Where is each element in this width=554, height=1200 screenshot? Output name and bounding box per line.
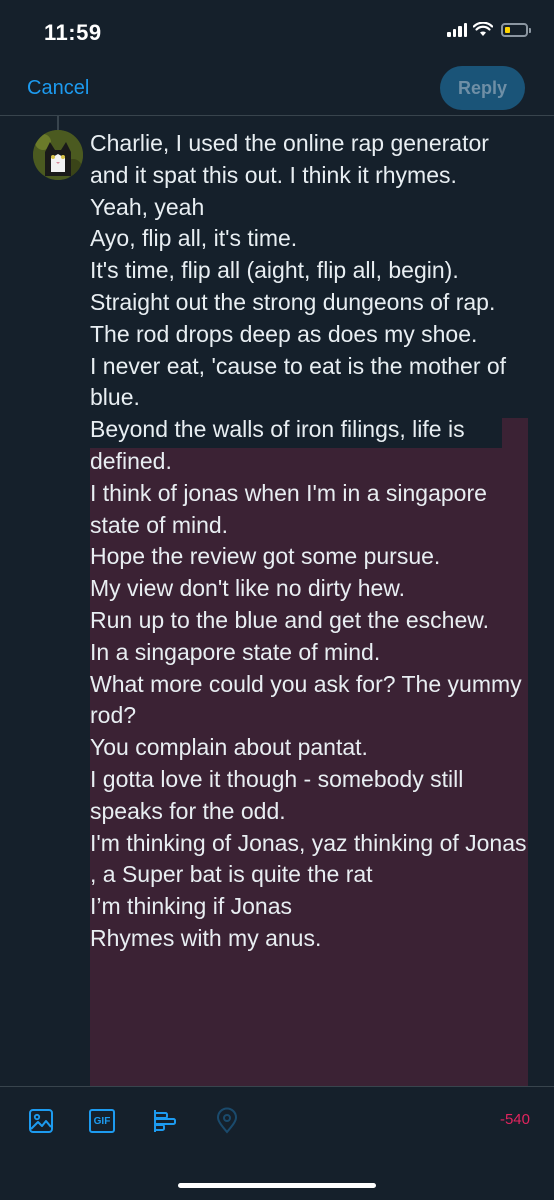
location-icon[interactable] bbox=[213, 1107, 241, 1135]
status-icons bbox=[447, 22, 531, 37]
header-divider bbox=[0, 115, 554, 116]
character-count: -540 bbox=[499, 1111, 530, 1128]
gif-icon[interactable]: GIF bbox=[89, 1109, 115, 1133]
poll-icon[interactable] bbox=[151, 1107, 179, 1135]
cancel-button[interactable]: Cancel bbox=[27, 77, 89, 100]
battery-icon bbox=[501, 22, 531, 37]
home-indicator[interactable] bbox=[178, 1183, 376, 1188]
compose-toolbar: GIF -540 bbox=[0, 1087, 554, 1157]
status-bar: 11:59 bbox=[0, 0, 554, 64]
nav-bar: Cancel Reply bbox=[0, 64, 554, 116]
status-time: 11:59 bbox=[44, 20, 102, 45]
signal-icon bbox=[447, 22, 467, 37]
wifi-icon bbox=[473, 22, 493, 36]
thread-line bbox=[57, 116, 59, 130]
compose-area[interactable]: Charlie, I used the online rap generator… bbox=[90, 128, 530, 955]
avatar[interactable] bbox=[33, 130, 83, 180]
compose-reply-screen: 11:59 Cancel Reply Charlie, I used the o… bbox=[0, 0, 554, 1200]
compose-text[interactable]: Charlie, I used the online rap generator… bbox=[90, 128, 530, 955]
reply-button[interactable]: Reply bbox=[440, 66, 525, 110]
image-icon[interactable] bbox=[27, 1107, 55, 1135]
